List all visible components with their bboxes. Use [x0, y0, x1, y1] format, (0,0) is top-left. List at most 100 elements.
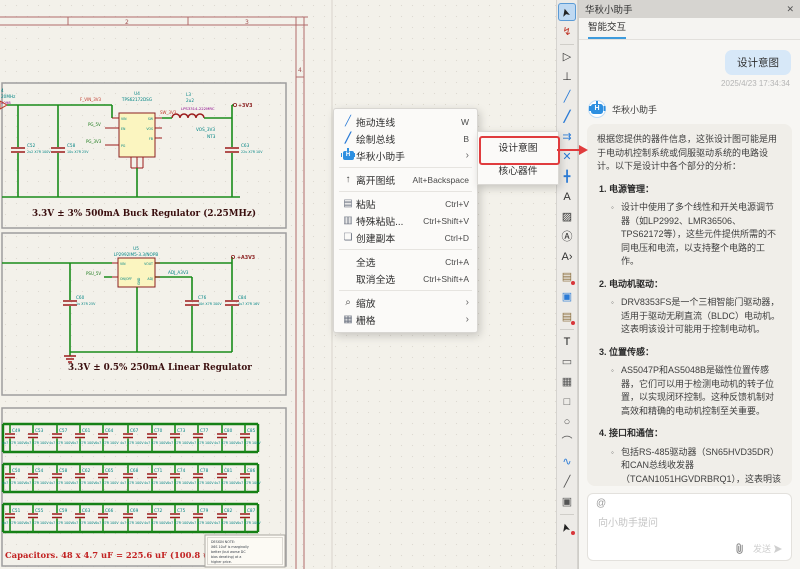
pin-label: SW	[148, 117, 154, 121]
menu-item-label: 拖动连线	[356, 115, 461, 129]
draw-wire-icon[interactable]: ╱	[558, 88, 576, 106]
menu-item-全选[interactable]: 全选Ctrl+A	[334, 253, 477, 270]
pin-label: ON/OFF	[120, 277, 132, 281]
send-button[interactable]: 发送	[753, 542, 783, 555]
bezier-icon[interactable]: ∿	[558, 453, 576, 471]
sheet-pin-icon[interactable]: ▤	[558, 268, 576, 286]
line-icon[interactable]: ╱	[558, 473, 576, 491]
component-value: 2u2	[186, 98, 194, 103]
textbox-icon[interactable]: ▭	[558, 353, 576, 371]
design-note-line: bias derating) at a	[211, 555, 241, 559]
menu-separator	[339, 290, 472, 291]
menu-item-取消全选[interactable]: 取消全选Ctrl+Shift+A	[334, 270, 477, 287]
panel-header[interactable]: 华秋小助手 ✕	[579, 0, 800, 18]
menu-shortcut: Ctrl+Shift+A	[423, 274, 469, 284]
menu-item-assistant-robot[interactable]: H华秋小助手›	[334, 147, 477, 164]
user-message-bubble[interactable]: 设计意图	[725, 50, 791, 75]
analysis-bullet-text: AS5047P和AS5048B是磁性位置传感器，它们可以用于检测电动机的转子位置…	[621, 364, 782, 418]
component-ref: L3	[186, 92, 191, 97]
component-ref: U4	[134, 91, 140, 96]
rectangle-icon[interactable]: □	[558, 393, 576, 411]
pin-label: PG	[121, 144, 126, 148]
design-note-line: X6S 10uF is marginally	[211, 545, 249, 549]
menu-item-zoom[interactable]: ⌕缩放›	[334, 294, 477, 311]
bullet-marker: ◦	[611, 296, 621, 337]
pin-label: ADJ	[147, 277, 153, 281]
menu-item-paste-special[interactable]: ▥特殊粘贴...Ctrl+Shift+V	[334, 212, 477, 229]
pin-label: VIN	[120, 262, 126, 266]
analysis-intro: 根据您提供的器件信息，这张设计图可能是用于电动机控制系统或伺服驱动系统的电路设计…	[597, 133, 782, 174]
close-icon[interactable]: ✕	[786, 4, 794, 15]
tab-smart-interaction[interactable]: 智能交互	[588, 19, 626, 39]
highlight-net-icon[interactable]: ↯	[558, 23, 576, 41]
bus-entry-icon[interactable]: ⇉	[558, 128, 576, 146]
arc-icon[interactable]: ⌒	[558, 433, 576, 451]
component-ref: C86	[247, 468, 256, 473]
component-ref: C70	[154, 428, 163, 433]
grid-icon: ▦	[340, 314, 356, 325]
panel-tabs: 智能交互	[579, 18, 800, 40]
component-value: 4u7 X7R 100V	[214, 441, 238, 445]
assistant-submenu: 设计意图 核心器件	[477, 131, 559, 185]
pin-label: VOS	[146, 127, 153, 131]
component-ref: C68	[130, 468, 139, 473]
attachment-paperclip-icon[interactable]	[734, 542, 745, 555]
place-symbol-icon[interactable]: ▷	[558, 48, 576, 66]
draw-wire-icon: ╱	[564, 92, 571, 103]
global-label-icon[interactable]: Ⓐ	[558, 228, 576, 246]
text-icon: T	[564, 337, 571, 348]
component-ref: C77	[200, 428, 209, 433]
ask-input[interactable]	[596, 512, 790, 542]
component-value: 4u7 X7R 100V	[72, 521, 96, 525]
textbox-icon: ▭	[562, 357, 572, 368]
component-value: 4u7 X7R 100V	[214, 481, 238, 485]
no-connect-icon[interactable]: ✕	[558, 148, 576, 166]
menu-item-drag-wire[interactable]: ╱拖动连线W	[334, 113, 477, 130]
sheet-icon[interactable]: ▣	[558, 288, 576, 306]
assistant-avatar: H	[588, 100, 606, 118]
chat-input-box[interactable]: @ 发送	[587, 493, 792, 561]
component-ref: C62	[82, 468, 91, 473]
component-value: 22u X7R 10V	[241, 150, 263, 154]
circle-icon[interactable]: ○	[558, 413, 576, 431]
draw-bus-icon: ╱	[564, 112, 571, 123]
xtal-freq: 20MHz	[1, 94, 16, 99]
text-icon[interactable]: T	[558, 333, 576, 351]
menu-item-duplicate[interactable]: ❏创建副本Ctrl+D	[334, 229, 477, 246]
message-timestamp: 2025/4/23 17:34:34	[721, 79, 790, 88]
analysis-bullet: ◦包括RS-485驱动器（SN65HVD35DR）和CAN总线收发器（TCAN1…	[611, 446, 782, 487]
net-label: F_VIN_3V3	[80, 97, 101, 102]
menu-item-leave-sheet[interactable]: ↑离开图纸Alt+Backspace	[334, 171, 477, 188]
analysis-bullet: ◦设计中使用了多个线性和开关电源调节器（如LP2992、LMR36506、TPS…	[611, 201, 782, 269]
component-ref: C82	[224, 508, 233, 513]
hierarchical-sheet-icon[interactable]: ▨	[558, 208, 576, 226]
assistant-message-card[interactable]: 根据您提供的器件信息，这张设计图可能是用于电动机控制系统或伺服驱动系统的电路设计…	[587, 124, 792, 486]
menu-item-grid[interactable]: ▦栅格›	[334, 311, 477, 328]
submenu-item-core-components[interactable]: 核心器件	[478, 158, 558, 181]
draw-bus-icon[interactable]: ╱	[558, 108, 576, 126]
menu-item-paste[interactable]: ▤粘贴Ctrl+V	[334, 195, 477, 212]
delete-tool-icon[interactable]: ➤	[558, 518, 576, 536]
mention-at-icon[interactable]: @	[596, 498, 606, 509]
image-icon[interactable]: ▣	[558, 493, 576, 511]
component-part: LP2992IM5-3.3/NOPB	[114, 252, 159, 257]
component-value: 10u X7R 25V	[67, 150, 89, 154]
submenu-item-design-intent[interactable]: 设计意图	[478, 135, 558, 158]
select-cursor-icon[interactable]: ➤	[558, 3, 576, 21]
library-symbol-icon[interactable]: ▤	[558, 308, 576, 326]
component-value: 4u7 X7R 100V	[144, 441, 168, 445]
submenu-arrow-icon: ›	[466, 314, 469, 325]
component-value: 4u7 X7R 100V	[144, 521, 168, 525]
design-note-line: better (but worse DC	[211, 550, 246, 554]
place-power-icon[interactable]: ⊥	[558, 68, 576, 86]
menu-item-draw-bus[interactable]: ╱绘制总线B	[334, 130, 477, 147]
menu-item-label: 粘贴	[356, 197, 445, 211]
hierarchical-label-icon[interactable]: A›	[558, 248, 576, 266]
component-ref: C79	[200, 508, 209, 513]
drag-wire-icon: ╱	[340, 116, 356, 127]
toolbar-separator	[560, 44, 574, 45]
table-icon[interactable]: ▦	[558, 373, 576, 391]
component-value: 4u7 X7R 100V	[237, 481, 261, 485]
junction-icon[interactable]: ╋	[558, 168, 576, 186]
net-label-icon[interactable]: A	[558, 188, 576, 206]
